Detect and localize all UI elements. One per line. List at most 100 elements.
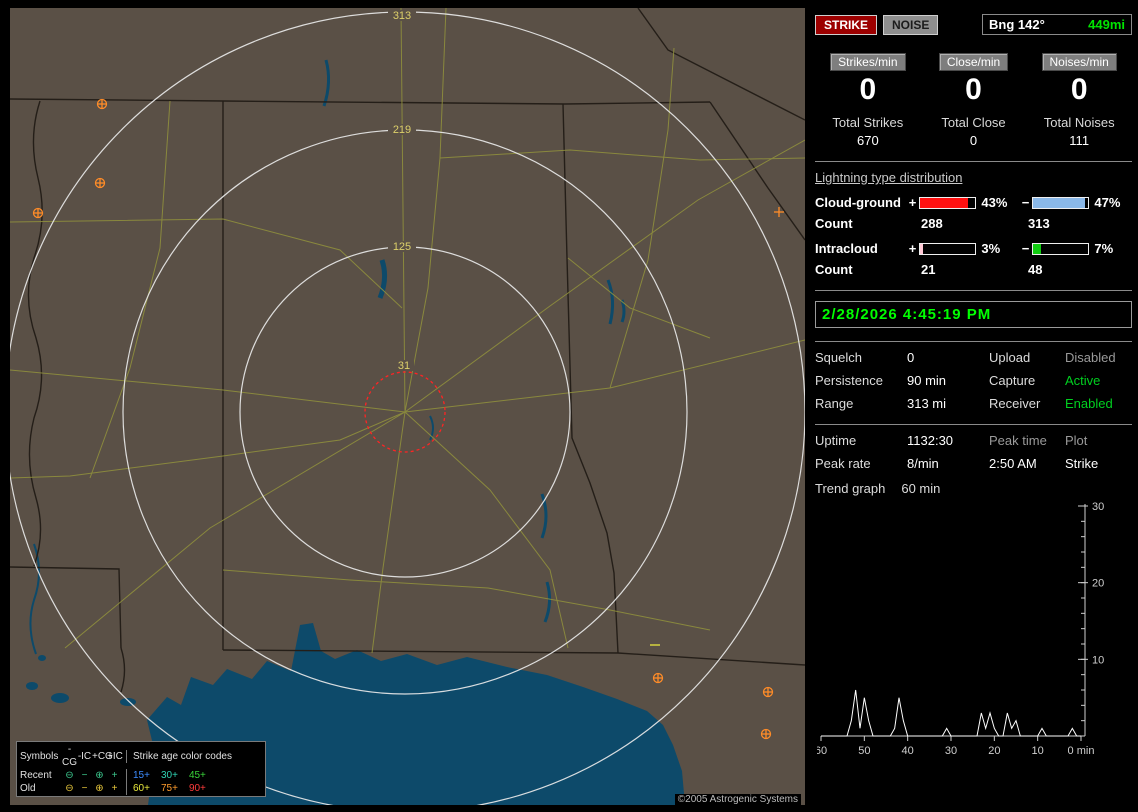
receiver-status: Enabled [1065, 396, 1113, 411]
capture-status: Active [1065, 373, 1101, 388]
bearing-readout: Bng 142° 449mi [982, 14, 1132, 35]
ic-plus-count: 21 [921, 262, 936, 277]
strikes-per-min-chip[interactable]: Strikes/min [830, 53, 906, 71]
strikes-per-min-value: 0 [859, 73, 877, 106]
plus-sign: + [908, 195, 917, 210]
ring-label-313: 313 [393, 10, 411, 22]
age-15: 15+ [133, 770, 150, 781]
squelch-label: Squelch [815, 350, 862, 365]
divider [815, 341, 1132, 342]
peak-rate-value: 8/min [907, 456, 939, 471]
cg-minus-pct: 47% [1094, 195, 1121, 210]
stats-row-2: Peak rate 8/min 2:50 AM Strike [815, 456, 1132, 471]
ic-minus-count: 48 [1028, 262, 1043, 277]
minus-icon: − [81, 783, 88, 794]
svg-text:30: 30 [945, 745, 957, 757]
total-strikes-value: 670 [856, 133, 879, 148]
ic-minus-pct: 7% [1094, 241, 1114, 256]
close-per-min-value: 0 [965, 73, 982, 106]
stats-row-1: Uptime 1132:30 Peak time Plot [815, 433, 1132, 448]
map-canvas: 313 219 125 31 [10, 8, 805, 805]
age-90: 90+ [188, 783, 206, 794]
svg-text:10: 10 [1032, 745, 1044, 757]
legend-recent-row: Recent ⊖ − ⊕ + 15+ 30+ 45+ [20, 769, 262, 782]
distribution-title: Lightning type distribution [815, 170, 963, 185]
trend-window-value: 60 min [901, 481, 941, 496]
ring-label-125: 125 [393, 241, 411, 253]
cg-plus-bar [918, 196, 977, 209]
plus-sign: + [908, 241, 917, 256]
svg-text:60: 60 [817, 745, 827, 757]
circle-plus-icon: ⊕ [95, 770, 104, 781]
plot-value: Strike [1065, 456, 1099, 471]
noise-marker [652, 672, 664, 684]
minus-sign: − [1021, 241, 1030, 256]
svg-text:0 min: 0 min [1068, 745, 1095, 757]
receiver-label: Receiver [989, 396, 1041, 411]
ic-minus-bar [1031, 242, 1090, 255]
trend-graph-label: Trend graph [815, 481, 886, 496]
peak-time-header: Peak time [989, 433, 1047, 448]
ring-label-31: 31 [398, 360, 410, 372]
uptime-value: 1132:30 [907, 433, 954, 448]
age-75: 75+ [160, 783, 178, 794]
legend-symbols-header: Symbols [20, 750, 59, 762]
range-value: 313 mi [907, 396, 947, 411]
status-row-range: Range 313 mi Receiver Enabled [815, 396, 1132, 411]
legend-col-pos-ic: +IC [107, 750, 123, 762]
cloud-ground-count-row: Count 288 313 [815, 216, 1132, 231]
legend-recent-label: Recent [20, 770, 52, 781]
total-noises-value: 111 [1069, 133, 1090, 148]
svg-text:20: 20 [988, 745, 1000, 757]
legend-header-row: Symbols -CG -IC +CG +IC Strike age color… [20, 743, 262, 769]
age-30: 30+ [160, 770, 178, 781]
totals: Total Strikes 670 Total Close 0 Total No… [815, 115, 1132, 148]
plus-icon: + [111, 770, 118, 781]
count-label: Count [815, 262, 853, 277]
trend-chart: 30 20 10 60 50 40 30 20 10 0 min [817, 501, 1104, 757]
count-label: Count [815, 216, 853, 231]
noises-per-min-value: 0 [1070, 73, 1088, 106]
legend-old-row: Old ⊖ − ⊕ + 60+ 75+ 90+ [20, 782, 262, 795]
close-per-min-chip[interactable]: Close/min [938, 53, 1009, 71]
map-legend: Symbols -CG -IC +CG +IC Strike age color… [16, 741, 266, 797]
circle-minus-icon: ⊖ [65, 770, 74, 781]
copyright-text: ©2005 Astrogenic Systems [674, 794, 801, 805]
status-row-persistence: Persistence 90 min Capture Active [815, 373, 1132, 388]
cloud-ground-label: Cloud-ground [815, 195, 901, 210]
intracloud-label: Intracloud [815, 241, 878, 256]
circle-minus-icon: ⊖ [65, 783, 74, 794]
minus-sign: − [1021, 195, 1030, 210]
plus-icon: + [111, 783, 118, 794]
legend-col-neg-cg: -CG [62, 744, 77, 768]
peak-rate-label: Peak rate [815, 456, 871, 471]
roads [10, 8, 805, 654]
strike-map[interactable]: 313 219 125 31 Symbols -CG -IC +CG +IC S… [10, 8, 805, 805]
strike-button[interactable]: STRIKE [815, 14, 878, 35]
right-panel: STRIKE NOISE Bng 142° 449mi Strikes/min … [815, 0, 1132, 812]
noise-marker [762, 686, 774, 698]
date-time-display: 2/28/2026 4:45:19 PM [815, 301, 1132, 328]
cloud-ground-row: Cloud-ground + 43% − 47% [815, 195, 1132, 210]
capture-label: Capture [989, 373, 1036, 388]
svg-text:40: 40 [902, 745, 914, 757]
noises-per-min-chip[interactable]: Noises/min [1041, 53, 1117, 71]
distance-value: 449mi [1088, 17, 1125, 32]
state-borders [10, 8, 805, 693]
legend-old-label: Old [20, 783, 36, 794]
circle-plus-icon: ⊕ [95, 783, 104, 794]
noise-marker [32, 207, 44, 219]
legend-col-pos-cg: +CG [92, 750, 113, 762]
persistence-label: Persistence [815, 373, 883, 388]
intracloud-row: Intracloud + 3% − 7% [815, 241, 1132, 256]
mode-button-row: STRIKE NOISE Bng 142° 449mi [815, 14, 1132, 35]
noise-button[interactable]: NOISE [883, 14, 939, 35]
status-row-squelch: Squelch 0 Upload Disabled [815, 350, 1132, 365]
divider [815, 161, 1132, 162]
svg-text:20: 20 [1092, 578, 1104, 590]
peak-time-value: 2:50 AM [989, 456, 1037, 471]
svg-text:50: 50 [858, 745, 870, 757]
cg-plus-pct: 43% [981, 195, 1008, 210]
persistence-value: 90 min [907, 373, 947, 388]
legend-age-header: Strike age color codes [126, 749, 262, 763]
